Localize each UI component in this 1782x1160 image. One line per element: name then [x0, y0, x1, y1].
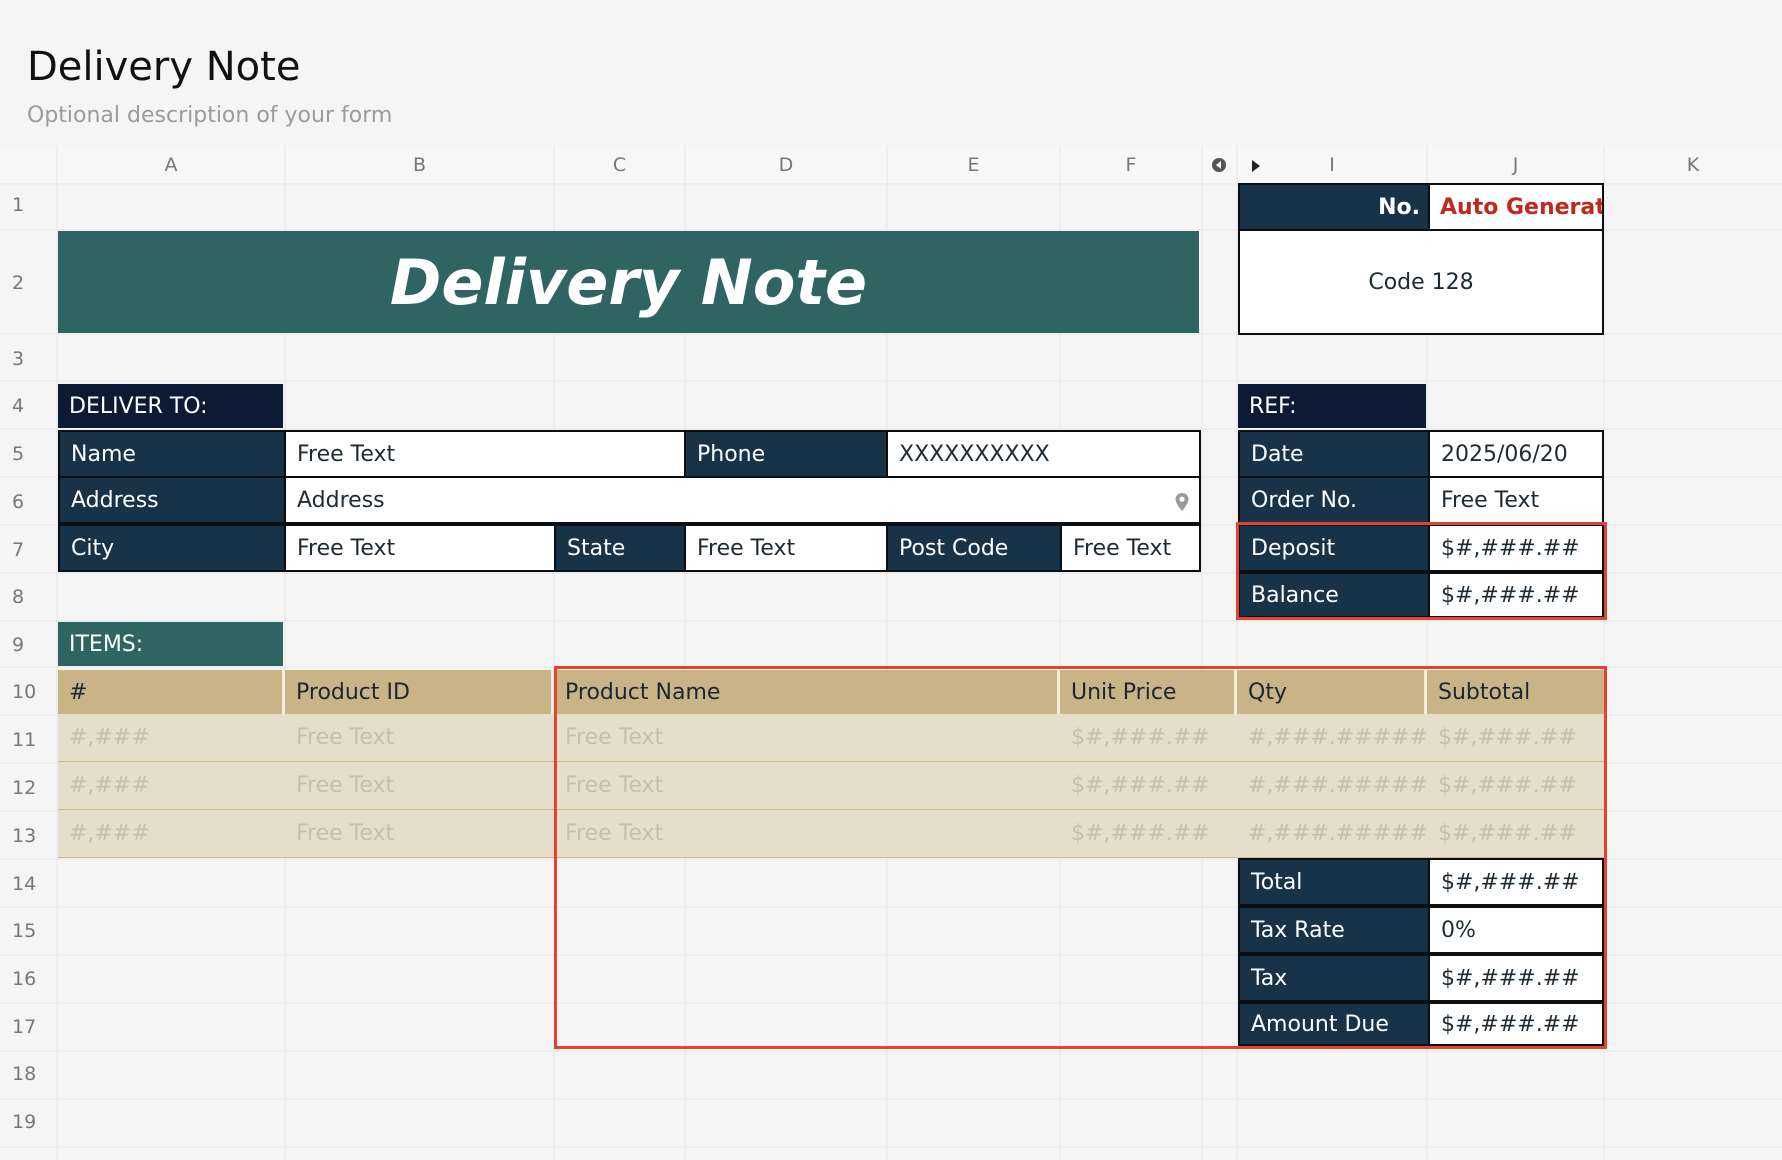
row-header-17[interactable]: 17	[0, 1016, 36, 1038]
title-banner: Delivery Note	[58, 231, 1199, 333]
column-header-c[interactable]: C	[554, 146, 685, 184]
column-header-j[interactable]: J	[1427, 146, 1604, 184]
item-cell[interactable]: #,###	[58, 762, 285, 810]
row-header-10[interactable]: 10	[0, 681, 36, 703]
row-header-3[interactable]: 3	[0, 348, 36, 370]
row-header-4[interactable]: 4	[0, 395, 36, 417]
state-label: State	[554, 524, 686, 572]
row-header-14[interactable]: 14	[0, 873, 36, 895]
row-header-18[interactable]: 18	[0, 1063, 36, 1085]
column-header-b[interactable]: B	[285, 146, 554, 184]
city-label: City	[58, 524, 286, 572]
row-header-19[interactable]: 19	[0, 1111, 36, 1133]
address-field[interactable]: Address	[284, 476, 1201, 524]
column-header-a[interactable]: A	[57, 146, 285, 184]
row-header-11[interactable]: 11	[0, 729, 36, 751]
expand-hidden-columns-left-icon[interactable]	[1210, 156, 1228, 174]
postcode-field[interactable]: Free Text	[1060, 524, 1201, 572]
items-totals-highlight	[554, 666, 1607, 1049]
item-cell[interactable]: Free Text	[285, 810, 554, 858]
row-header-15[interactable]: 15	[0, 920, 36, 942]
name-field[interactable]: Free Text	[284, 430, 686, 478]
phone-field[interactable]: XXXXXXXXXX	[886, 430, 1201, 478]
doc-number-label: No.	[1238, 183, 1430, 231]
order-number-label: Order No.	[1238, 476, 1430, 524]
expand-hidden-columns-right-icon[interactable]	[1249, 158, 1263, 174]
name-label: Name	[58, 430, 286, 478]
doc-number-value[interactable]: Auto Generate	[1428, 183, 1604, 231]
row-header-1[interactable]: 1	[0, 194, 36, 216]
deliver-to-heading: DELIVER TO:	[58, 384, 283, 428]
items-header-product-id: Product ID	[285, 670, 554, 714]
ref-heading: REF:	[1238, 384, 1426, 428]
item-cell[interactable]: Free Text	[285, 762, 554, 810]
phone-label: Phone	[684, 430, 888, 478]
deposit-balance-highlight	[1236, 522, 1607, 620]
column-header-i[interactable]: I	[1237, 146, 1427, 184]
row-header-12[interactable]: 12	[0, 777, 36, 799]
item-cell[interactable]: #,###	[58, 714, 285, 762]
form-title: Delivery Note	[27, 44, 301, 90]
items-header-number: #	[58, 670, 285, 714]
row-header-5[interactable]: 5	[0, 443, 36, 465]
column-header-e[interactable]: E	[887, 146, 1060, 184]
item-cell[interactable]: #,###	[58, 810, 285, 858]
row-header-16[interactable]: 16	[0, 968, 36, 990]
row-header-7[interactable]: 7	[0, 539, 36, 561]
row-header-6[interactable]: 6	[0, 491, 36, 513]
barcode-field[interactable]: Code 128	[1238, 229, 1604, 335]
column-header-d[interactable]: D	[685, 146, 887, 184]
state-field[interactable]: Free Text	[684, 524, 888, 572]
date-field[interactable]: 2025/06/20	[1428, 430, 1604, 478]
map-pin-icon[interactable]	[1174, 492, 1190, 512]
column-header-k[interactable]: K	[1604, 146, 1782, 184]
row-header-9[interactable]: 9	[0, 634, 36, 656]
order-number-field[interactable]: Free Text	[1428, 476, 1604, 524]
item-cell[interactable]: Free Text	[285, 714, 554, 762]
row-header-13[interactable]: 13	[0, 825, 36, 847]
form-description: Optional description of your form	[27, 103, 393, 128]
address-label: Address	[58, 476, 286, 524]
items-heading: ITEMS:	[58, 622, 283, 666]
date-label: Date	[1238, 430, 1430, 478]
column-header-f[interactable]: F	[1060, 146, 1202, 184]
postcode-label: Post Code	[886, 524, 1062, 572]
city-field[interactable]: Free Text	[284, 524, 556, 572]
row-header-8[interactable]: 8	[0, 586, 36, 608]
row-header-2[interactable]: 2	[0, 272, 36, 294]
